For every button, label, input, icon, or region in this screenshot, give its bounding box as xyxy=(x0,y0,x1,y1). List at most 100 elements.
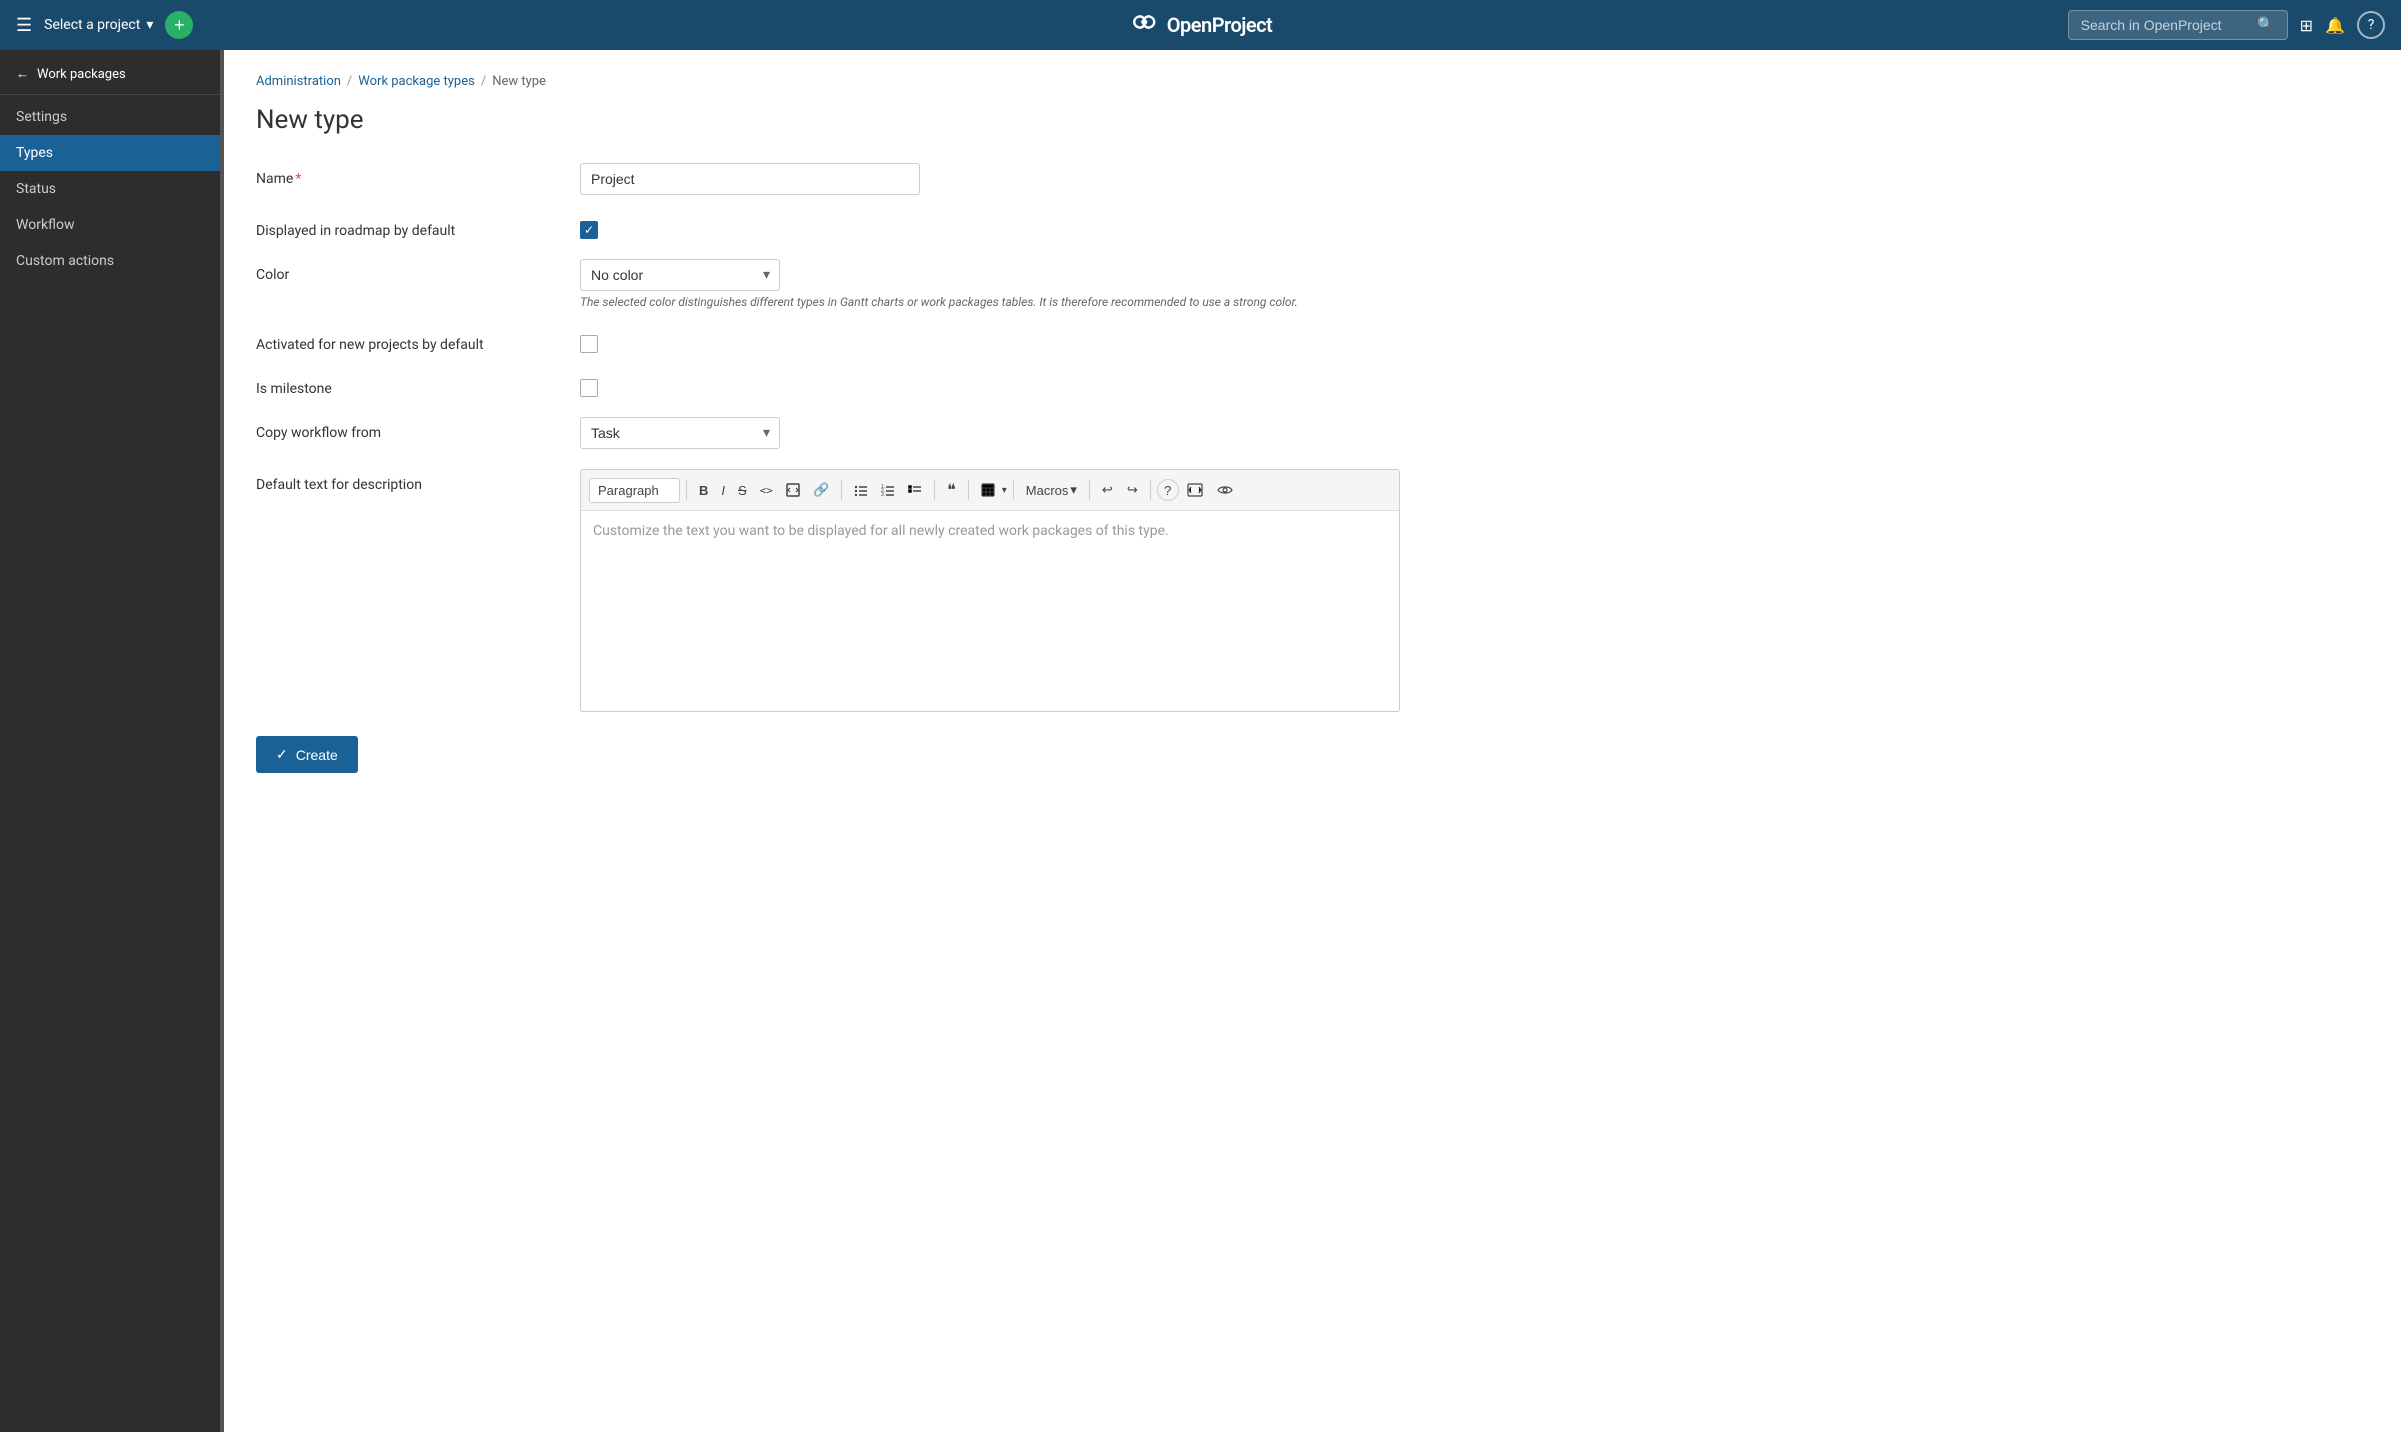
color-select-wrapper: No color ▾ xyxy=(580,259,780,291)
sidebar-item-status-label: Status xyxy=(16,181,56,197)
toolbar-redo-button[interactable]: ↪ xyxy=(1121,478,1144,502)
toolbar-bold-button[interactable]: B xyxy=(693,479,714,502)
create-checkmark-icon: ✓ xyxy=(276,746,288,763)
toolbar-ordered-list-button[interactable]: 1.2.3. xyxy=(875,479,901,501)
create-button-label: Create xyxy=(296,747,338,763)
add-project-button[interactable]: + xyxy=(165,11,193,39)
sidebar-back-label: Work packages xyxy=(37,67,126,82)
search-input[interactable] xyxy=(2081,17,2250,33)
toolbar-code-block-button[interactable] xyxy=(780,479,806,501)
editor-toolbar: Paragraph B I S <> 🔗 xyxy=(581,470,1399,511)
milestone-field xyxy=(580,373,2369,397)
breadcrumb-administration[interactable]: Administration xyxy=(256,74,341,89)
toolbar-macros-group: Macros ▾ xyxy=(1020,478,1083,502)
description-label: Default text for description xyxy=(256,469,556,493)
breadcrumb: Administration / Work package types / Ne… xyxy=(256,74,2369,89)
sidebar-item-custom-actions[interactable]: Custom actions xyxy=(0,243,220,279)
color-field: No color ▾ The selected color distinguis… xyxy=(580,259,2369,309)
toolbar-text-format-group: B I S <> 🔗 xyxy=(693,478,835,502)
svg-text:3.: 3. xyxy=(881,492,885,497)
toolbar-list-group: 1.2.3. xyxy=(848,479,928,501)
toolbar-strikethrough-button[interactable]: S xyxy=(732,479,753,502)
toolbar-bullet-list-button[interactable] xyxy=(848,479,874,501)
breadcrumb-work-package-types[interactable]: Work package types xyxy=(358,74,475,89)
logo-text: OpenProject xyxy=(1167,13,1273,37)
copy-workflow-select[interactable]: Task xyxy=(580,417,780,449)
color-label: Color xyxy=(256,259,556,283)
sidebar-item-settings[interactable]: Settings xyxy=(0,99,220,135)
description-form-row: Default text for description Paragraph B… xyxy=(256,469,2369,712)
layout: ← Work packages Settings Types Status Wo… xyxy=(0,50,2401,1432)
toolbar-divider-6 xyxy=(1089,480,1090,500)
name-input[interactable] xyxy=(580,163,920,195)
project-selector-label: Select a project xyxy=(44,17,140,33)
breadcrumb-current: New type xyxy=(492,74,546,89)
toolbar-divider-7 xyxy=(1150,480,1151,500)
create-button[interactable]: ✓ Create xyxy=(256,736,358,773)
milestone-form-row: Is milestone xyxy=(256,373,2369,397)
toolbar-preview-button[interactable] xyxy=(1211,479,1239,501)
roadmap-form-row: Displayed in roadmap by default ✓ xyxy=(256,215,2369,239)
help-icon[interactable]: ? xyxy=(2357,11,2385,39)
copy-workflow-form-row: Copy workflow from Task ▾ xyxy=(256,417,2369,449)
activated-form-row: Activated for new projects by default xyxy=(256,329,2369,353)
toolbar-undo-button[interactable]: ↩ xyxy=(1096,478,1119,502)
breadcrumb-sep-1: / xyxy=(347,74,352,89)
toolbar-paragraph-select[interactable]: Paragraph xyxy=(589,478,680,503)
sidebar-item-custom-actions-label: Custom actions xyxy=(16,253,114,269)
sidebar-item-status[interactable]: Status xyxy=(0,171,220,207)
roadmap-field: ✓ xyxy=(580,215,2369,239)
toolbar-source-button[interactable] xyxy=(1181,479,1209,501)
macros-dropdown-arrow-icon: ▾ xyxy=(1070,482,1077,498)
sidebar-item-settings-label: Settings xyxy=(16,109,67,125)
roadmap-checkbox[interactable]: ✓ xyxy=(580,221,598,239)
sidebar-item-types-label: Types xyxy=(16,145,53,161)
toolbar-task-list-button[interactable] xyxy=(902,479,928,501)
activated-label: Activated for new projects by default xyxy=(256,329,556,353)
color-form-row: Color No color ▾ The selected color dist… xyxy=(256,259,2369,309)
search-box[interactable]: 🔍 xyxy=(2068,10,2288,40)
toolbar-divider-2 xyxy=(841,480,842,500)
name-field xyxy=(580,163,2369,195)
toolbar-table-group: ▾ xyxy=(975,479,1007,501)
toolbar-italic-button[interactable]: I xyxy=(715,479,731,502)
toolbar-paragraph-group: Paragraph xyxy=(589,478,680,503)
color-select[interactable]: No color xyxy=(580,259,780,291)
logo-icon xyxy=(1129,12,1159,38)
grid-icon[interactable]: ⊞ xyxy=(2300,16,2313,35)
sidebar-back-button[interactable]: ← Work packages xyxy=(0,50,220,90)
project-selector[interactable]: Select a project ▾ xyxy=(44,17,153,33)
toolbar-divider-5 xyxy=(1013,480,1014,500)
milestone-checkbox[interactable] xyxy=(580,379,598,397)
main-content: Administration / Work package types / Ne… xyxy=(224,50,2401,1432)
copy-workflow-field: Task ▾ xyxy=(580,417,2369,449)
breadcrumb-sep-2: / xyxy=(481,74,486,89)
toolbar-macros-button[interactable]: Macros ▾ xyxy=(1020,478,1083,502)
toolbar-link-button[interactable]: 🔗 xyxy=(807,478,835,502)
toolbar-table-button[interactable] xyxy=(975,479,1001,501)
copy-workflow-label: Copy workflow from xyxy=(256,417,556,441)
name-label: Name* xyxy=(256,163,556,187)
project-selector-arrow: ▾ xyxy=(146,17,153,33)
toolbar-help-button[interactable]: ? xyxy=(1157,479,1179,501)
roadmap-label: Displayed in roadmap by default xyxy=(256,215,556,239)
bell-icon[interactable]: 🔔 xyxy=(2325,16,2345,35)
search-icon: 🔍 xyxy=(2257,17,2274,33)
toolbar-divider-1 xyxy=(686,480,687,500)
editor-body[interactable]: Customize the text you want to be displa… xyxy=(581,511,1399,711)
checkmark-icon: ✓ xyxy=(584,223,594,237)
description-field: Paragraph B I S <> 🔗 xyxy=(580,469,2369,712)
page-title: New type xyxy=(256,105,2369,135)
hamburger-menu-icon[interactable]: ☰ xyxy=(16,15,32,36)
activated-checkbox[interactable] xyxy=(580,335,598,353)
sidebar-item-workflow[interactable]: Workflow xyxy=(0,207,220,243)
toolbar-blockquote-button[interactable]: ❝ xyxy=(941,476,962,504)
color-hint: The selected color distinguishes differe… xyxy=(580,295,1380,309)
sidebar-item-types[interactable]: Types xyxy=(0,135,220,171)
activated-field xyxy=(580,329,2369,353)
toolbar-code-button[interactable]: <> xyxy=(754,480,779,501)
toolbar-divider-4 xyxy=(968,480,969,500)
editor-placeholder: Customize the text you want to be displa… xyxy=(593,523,1169,539)
back-arrow-icon: ← xyxy=(16,66,29,82)
table-dropdown-arrow-icon: ▾ xyxy=(1002,485,1007,496)
